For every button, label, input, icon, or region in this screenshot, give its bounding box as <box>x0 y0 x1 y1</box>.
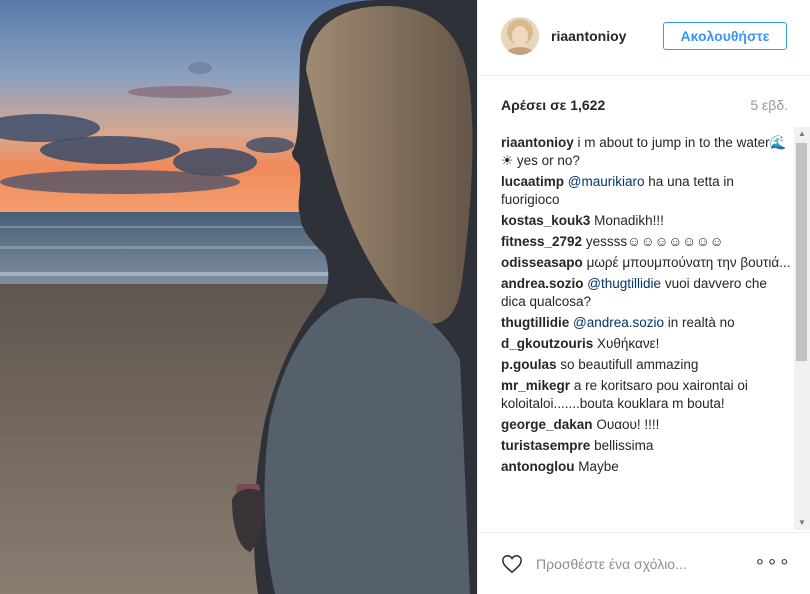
comments-scrollbar[interactable]: ▲ ▼ <box>794 127 810 530</box>
scroll-down-arrow-icon[interactable]: ▼ <box>794 516 810 530</box>
comment-item: riaantonioy i m about to jump in to the … <box>501 134 793 170</box>
comment-item: kostas_kouk3 Monadikh!!! <box>501 212 793 230</box>
post-footer: ∘∘∘ <box>478 532 810 594</box>
comment-item: p.goulas so beautifull ammazing <box>501 356 793 374</box>
comment-item: george_dakan Ουαου! !!!! <box>501 416 793 434</box>
comment-text: Ουαου! !!!! <box>596 417 660 432</box>
comment-item: lucaatimp @maurikiaro ha una tetta in fu… <box>501 173 793 209</box>
comment-item: andrea.sozio @thugtillidie vuoi davvero … <box>501 275 793 311</box>
comment-item: turistasempre bellissima <box>501 437 793 455</box>
comment-item: fitness_2792 yessss☺☺☺☺☺☺☺ <box>501 233 793 251</box>
comment-username[interactable]: fitness_2792 <box>501 234 582 249</box>
comment-username[interactable]: p.goulas <box>501 357 557 372</box>
comment-username[interactable]: d_gkoutzouris <box>501 336 593 351</box>
comment-username[interactable]: odisseasapo <box>501 255 583 270</box>
comment-username[interactable]: mr_mikegr <box>501 378 570 393</box>
comment-text: μωρέ μπουμπούνατη την βουτιά... <box>586 255 791 270</box>
comment-item: antonoglou Maybe <box>501 458 793 476</box>
likes-count[interactable]: Αρέσει σε 1,622 <box>501 97 605 113</box>
comment-username[interactable]: andrea.sozio <box>501 276 584 291</box>
post-time[interactable]: 5 εβδ. <box>750 97 788 113</box>
avatar-image <box>501 17 539 55</box>
comment-username[interactable]: turistasempre <box>501 438 590 453</box>
comment-username[interactable]: lucaatimp <box>501 174 564 189</box>
follow-button[interactable]: Ακολουθήστε <box>663 22 787 50</box>
comment-text: in realtà no <box>667 315 735 330</box>
heart-icon[interactable] <box>501 553 523 575</box>
scroll-up-arrow-icon[interactable]: ▲ <box>794 127 810 141</box>
scrollbar-thumb[interactable] <box>796 143 807 361</box>
add-comment-input[interactable] <box>536 553 746 575</box>
comment-username[interactable]: antonoglou <box>501 459 574 474</box>
post-header: riaantonioy Ακολουθήστε <box>478 0 810 76</box>
comment-text: Monadikh!!! <box>594 213 664 228</box>
comment-mention[interactable]: @thugtillidie <box>587 276 661 291</box>
comment-text: bellissima <box>594 438 654 453</box>
comment-text: Χυθήκανε! <box>597 336 660 351</box>
more-options-icon[interactable]: ∘∘∘ <box>754 551 791 572</box>
comment-text: yessss☺☺☺☺☺☺☺ <box>585 234 724 249</box>
comment-item: thugtillidie @andrea.sozio in realtà no <box>501 314 793 332</box>
comment-username[interactable]: riaantonioy <box>501 135 574 150</box>
post-photo[interactable] <box>0 0 477 594</box>
post-sidebar: riaantonioy Ακολουθήστε Αρέσει σε 1,622 … <box>477 0 810 594</box>
comment-item: mr_mikegr a re koritsaro pou xairontai o… <box>501 377 793 413</box>
comment-username[interactable]: thugtillidie <box>501 315 569 330</box>
comment-text: Maybe <box>578 459 619 474</box>
avatar[interactable] <box>501 17 539 55</box>
comment-item: odisseasapo μωρέ μπουμπούνατη την βουτιά… <box>501 254 793 272</box>
comment-text: so beautifull ammazing <box>560 357 699 372</box>
post-username[interactable]: riaantonioy <box>551 28 626 44</box>
instagram-post-view: riaantonioy Ακολουθήστε Αρέσει σε 1,622 … <box>0 0 810 594</box>
beach-sunset-photo <box>0 0 477 594</box>
comment-item: d_gkoutzouris Χυθήκανε! <box>501 335 793 353</box>
comment-username[interactable]: kostas_kouk3 <box>501 213 590 228</box>
comments-list[interactable]: riaantonioy i m about to jump in to the … <box>501 134 793 532</box>
comment-mention[interactable]: @andrea.sozio <box>573 315 664 330</box>
comment-mention[interactable]: @maurikiaro <box>568 174 645 189</box>
comment-username[interactable]: george_dakan <box>501 417 593 432</box>
